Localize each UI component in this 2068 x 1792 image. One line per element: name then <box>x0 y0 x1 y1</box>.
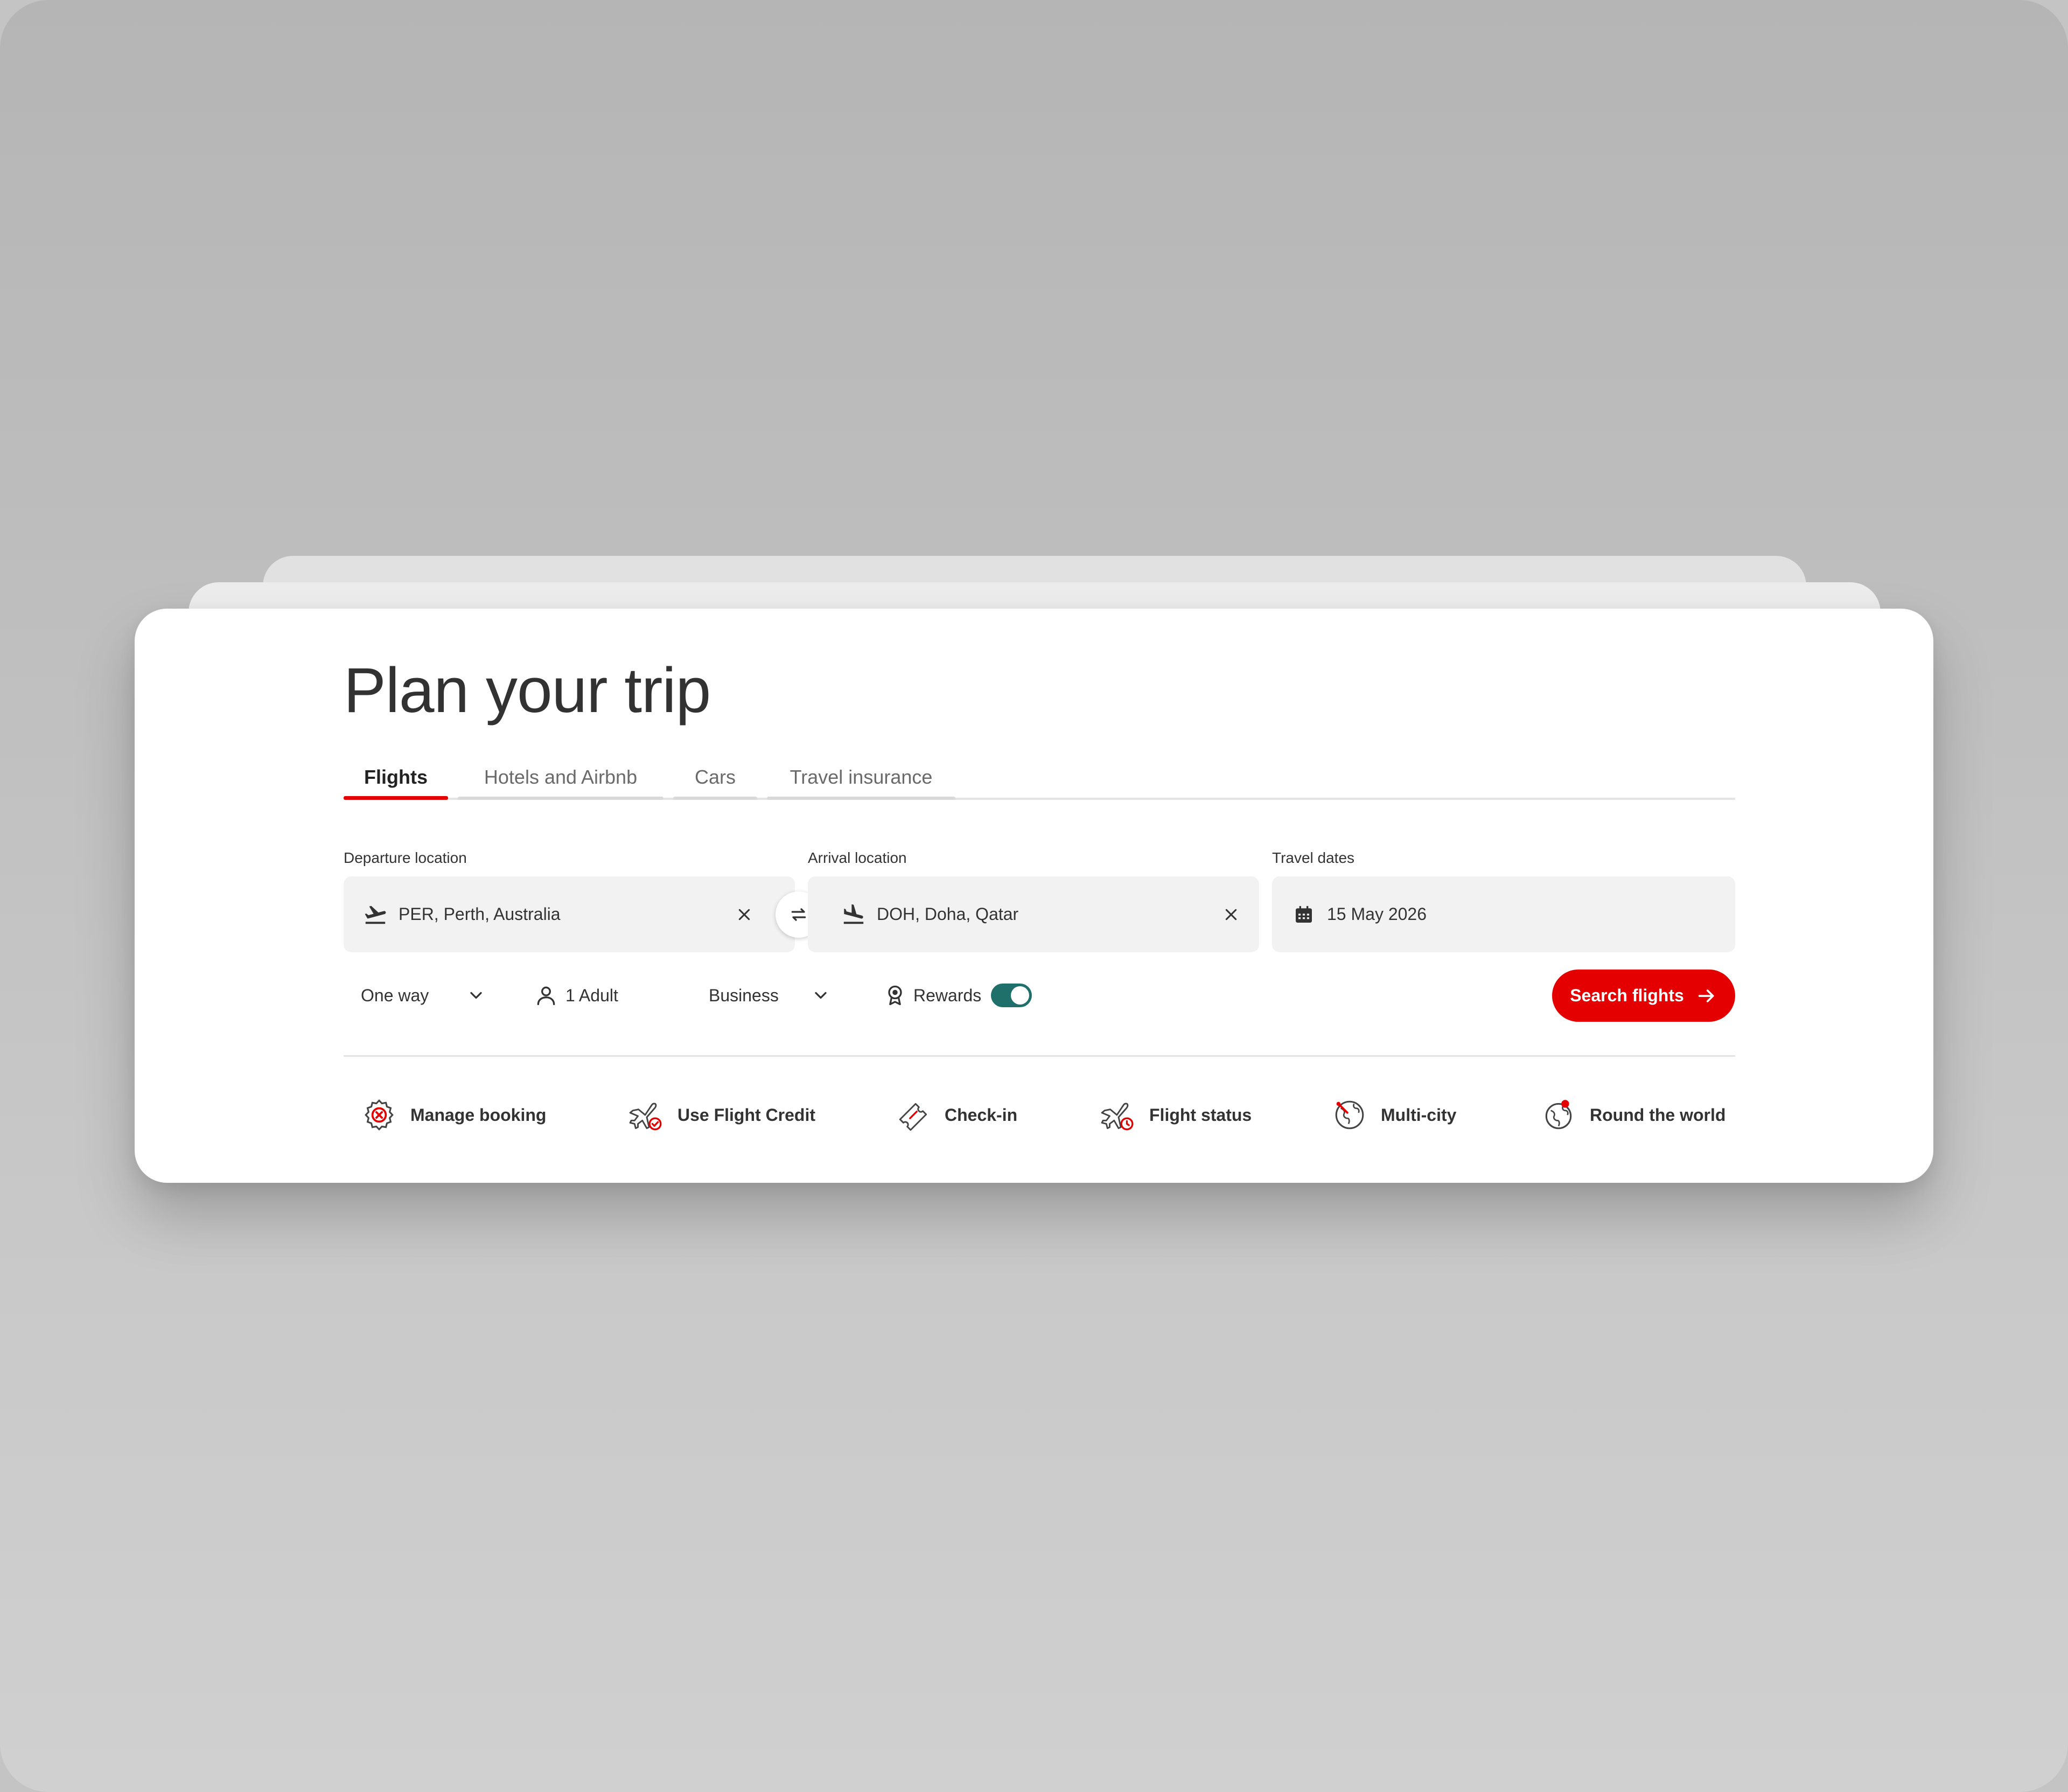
rewards-toggle-group: Rewards <box>883 968 1032 1022</box>
award-ribbon-icon <box>883 984 907 1007</box>
quick-link-flight-status[interactable]: Flight status <box>1099 1088 1252 1142</box>
trip-type-select[interactable]: One way <box>361 968 486 1022</box>
departure-field[interactable]: PER, Perth, Australia <box>344 876 795 952</box>
arrival-field[interactable]: DOH, Doha, Qatar <box>808 876 1259 952</box>
plane-takeoff-icon <box>362 901 389 928</box>
gear-cancel-icon <box>360 1096 399 1134</box>
quick-link-use-flight-credit[interactable]: Use Flight Credit <box>627 1088 815 1142</box>
departure-label: Departure location <box>344 849 467 866</box>
tab-hotels-and-airbnb[interactable]: Hotels and Airbnb <box>458 762 663 800</box>
person-icon <box>534 984 558 1007</box>
quick-link-round-the-world[interactable]: Round the world <box>1539 1088 1725 1142</box>
travel-dates-label: Travel dates <box>1272 849 1355 866</box>
quick-link-label: Flight status <box>1149 1105 1252 1125</box>
trip-type-value: One way <box>361 985 429 1005</box>
background: Plan your trip Flights Hotels and Airbnb… <box>0 0 2068 1792</box>
swap-arrows-icon <box>791 908 806 921</box>
quick-link-multi-city[interactable]: Multi-city <box>1330 1088 1456 1142</box>
trip-planner-card: Plan your trip Flights Hotels and Airbnb… <box>135 609 1933 1183</box>
travel-dates-value: 15 May 2026 <box>1327 904 1427 924</box>
cabin-class-select[interactable]: Business <box>709 968 830 1022</box>
chevron-down-icon <box>811 986 830 1005</box>
ticket-icon <box>894 1096 933 1134</box>
plane-check-icon <box>627 1096 666 1134</box>
quick-link-label: Manage booking <box>410 1105 547 1125</box>
page-title: Plan your trip <box>344 655 711 726</box>
section-divider <box>344 1055 1735 1057</box>
arrival-label: Arrival location <box>808 849 907 866</box>
passengers-value: 1 Adult <box>565 985 618 1005</box>
travel-dates-field[interactable]: 15 May 2026 <box>1272 876 1735 952</box>
tab-cars[interactable]: Cars <box>673 762 757 800</box>
tab-bar: Flights Hotels and Airbnb Cars Travel in… <box>344 762 1735 800</box>
rewards-label: Rewards <box>913 985 982 1005</box>
search-flights-button[interactable]: Search flights <box>1552 970 1735 1022</box>
clear-departure-icon[interactable] <box>732 903 756 926</box>
passengers-select[interactable]: 1 Adult <box>534 968 618 1022</box>
quick-link-label: Round the world <box>1590 1105 1726 1125</box>
quick-link-label: Use Flight Credit <box>677 1105 816 1125</box>
cabin-class-value: Business <box>709 985 779 1005</box>
plane-clock-icon <box>1099 1096 1137 1134</box>
plane-landing-icon <box>840 901 867 928</box>
search-flights-label: Search flights <box>1570 986 1684 1005</box>
chevron-down-icon <box>466 986 486 1005</box>
quick-link-check-in[interactable]: Check-in <box>894 1088 1017 1142</box>
tab-flights[interactable]: Flights <box>344 762 448 800</box>
calendar-icon <box>1290 901 1317 928</box>
rewards-toggle[interactable] <box>991 984 1032 1007</box>
departure-value: PER, Perth, Australia <box>399 904 561 924</box>
clear-arrival-icon[interactable] <box>1219 903 1243 926</box>
quick-link-manage-booking[interactable]: Manage booking <box>360 1088 546 1142</box>
quick-link-label: Check-in <box>945 1105 1018 1125</box>
arrow-right-icon <box>1696 985 1717 1007</box>
tab-travel-insurance[interactable]: Travel insurance <box>767 762 955 800</box>
arrival-value: DOH, Doha, Qatar <box>877 904 1019 924</box>
globe-route-icon <box>1330 1096 1369 1134</box>
quick-link-label: Multi-city <box>1381 1105 1457 1125</box>
globe-pin-icon <box>1539 1096 1578 1134</box>
